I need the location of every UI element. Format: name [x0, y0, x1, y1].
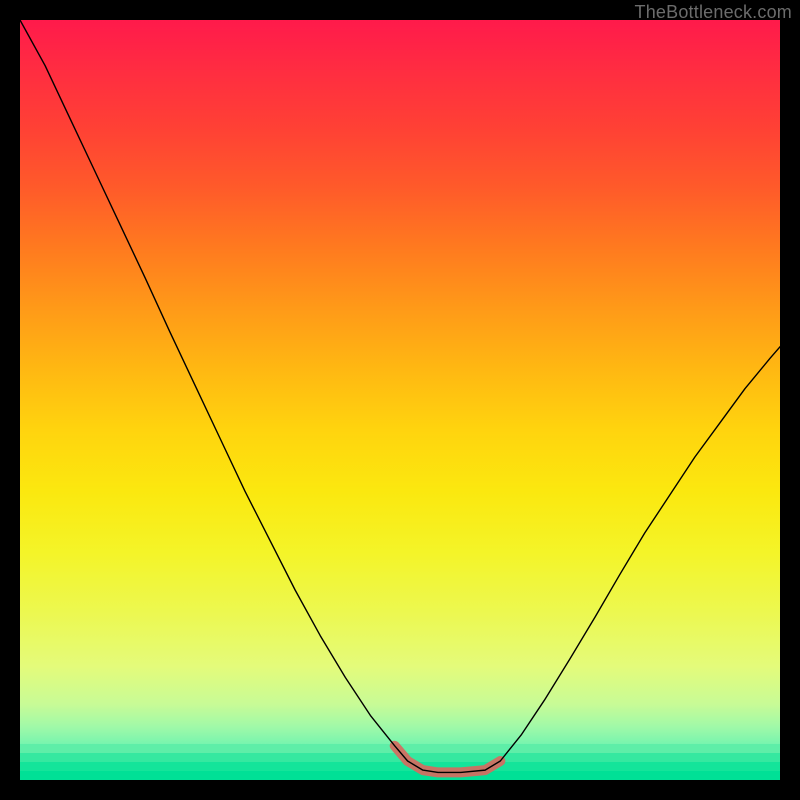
- curve-svg: [20, 20, 780, 780]
- watermark-text: TheBottleneck.com: [635, 2, 792, 23]
- bottleneck-highlight-path: [395, 746, 501, 773]
- chart-canvas: TheBottleneck.com: [0, 0, 800, 800]
- plot-area: [20, 20, 780, 780]
- bottleneck-curve-path: [20, 20, 780, 772]
